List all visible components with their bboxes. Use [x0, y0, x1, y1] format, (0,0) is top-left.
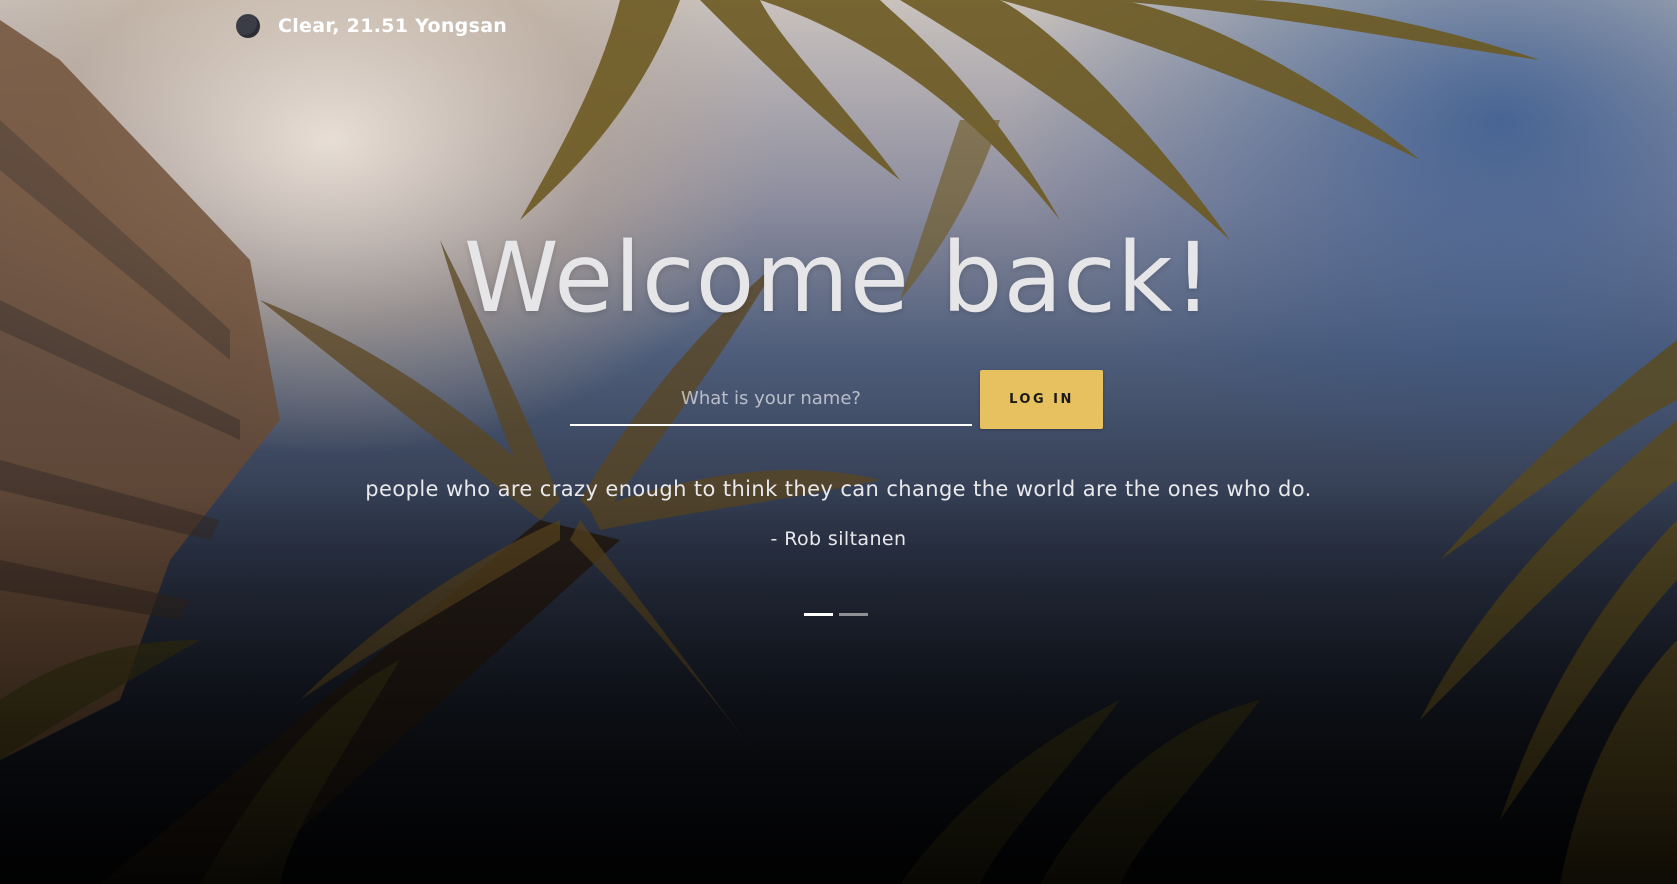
moon-icon: [236, 14, 260, 38]
background-vignette: [0, 0, 1677, 884]
slider-indicator: [804, 613, 868, 616]
slider-dot-2[interactable]: [839, 613, 868, 616]
quote-text: people who are crazy enough to think the…: [365, 477, 1312, 501]
login-screen: Clear, 21.51 Yongsan Welcome back! LOG I…: [0, 0, 1677, 884]
greeting-title: Welcome back!: [463, 222, 1214, 334]
login-button[interactable]: LOG IN: [980, 370, 1103, 429]
weather-widget: Clear, 21.51 Yongsan: [236, 14, 507, 38]
slider-dot-1[interactable]: [804, 613, 833, 616]
quote-author: - Rob siltanen: [770, 528, 907, 550]
name-input[interactable]: [570, 373, 972, 426]
login-form: LOG IN: [570, 370, 1103, 429]
weather-text: Clear, 21.51 Yongsan: [278, 15, 508, 37]
